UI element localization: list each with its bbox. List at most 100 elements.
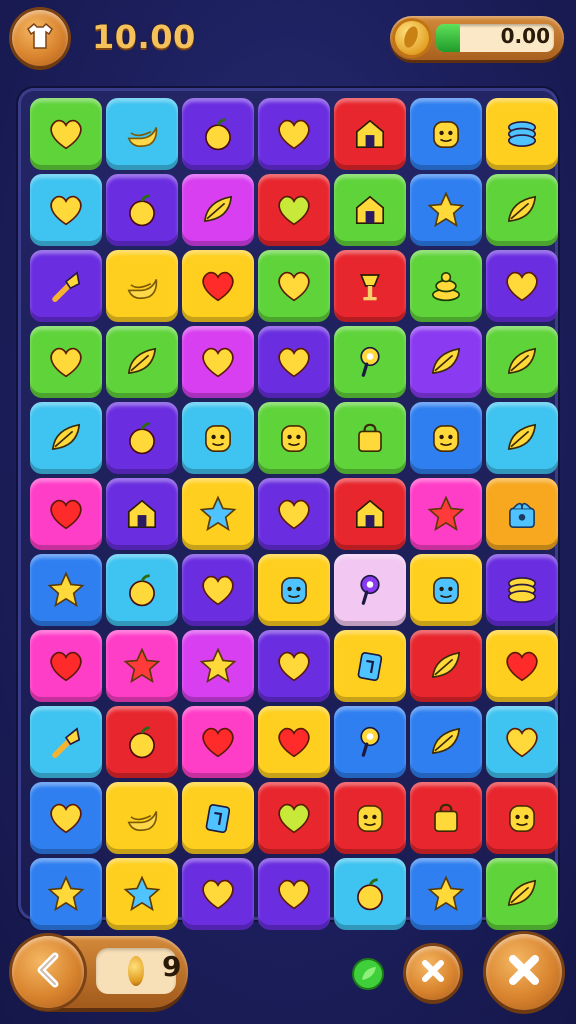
leaf-icon [424, 340, 468, 384]
board-tile[interactable] [410, 174, 482, 246]
close-button[interactable] [486, 934, 562, 1010]
board-tile[interactable] [410, 858, 482, 930]
board-tile[interactable] [30, 478, 102, 550]
heart-icon [500, 720, 544, 764]
board-tile[interactable] [182, 478, 254, 550]
board-tile[interactable] [258, 554, 330, 626]
board-tile[interactable] [486, 402, 558, 474]
star-icon [120, 872, 164, 916]
leaf-icon [500, 188, 544, 232]
back-button[interactable] [12, 936, 84, 1008]
board-tile[interactable] [182, 782, 254, 854]
board-tile[interactable] [410, 554, 482, 626]
heart-icon [272, 340, 316, 384]
board-tile[interactable] [182, 858, 254, 930]
board-tile[interactable] [30, 326, 102, 398]
heart-icon [196, 872, 240, 916]
board-tile[interactable] [106, 706, 178, 778]
board-tile[interactable] [410, 478, 482, 550]
leaf-icon [424, 644, 468, 688]
board-tile[interactable] [410, 782, 482, 854]
board-tile[interactable] [106, 858, 178, 930]
board-tile[interactable] [486, 250, 558, 322]
board-tile[interactable] [258, 402, 330, 474]
face-icon [196, 416, 240, 460]
board-tile[interactable] [486, 174, 558, 246]
board-tile[interactable] [106, 554, 178, 626]
board-tile[interactable] [486, 782, 558, 854]
board-tile[interactable] [182, 174, 254, 246]
board-tile[interactable] [334, 706, 406, 778]
board-tile[interactable] [258, 630, 330, 702]
board-tile[interactable] [106, 98, 178, 170]
board-tile[interactable] [106, 326, 178, 398]
board-tile[interactable] [258, 326, 330, 398]
board-tile[interactable] [30, 554, 102, 626]
board-tile[interactable] [258, 250, 330, 322]
board-tile[interactable] [258, 706, 330, 778]
board-tile[interactable] [182, 98, 254, 170]
board-tile[interactable] [334, 98, 406, 170]
board-tile[interactable] [106, 250, 178, 322]
heart-icon [272, 492, 316, 536]
shirt-button[interactable] [12, 10, 68, 66]
board-tile[interactable] [334, 858, 406, 930]
board-tile[interactable] [30, 402, 102, 474]
board-tile[interactable] [106, 782, 178, 854]
board-tile[interactable] [30, 858, 102, 930]
board-tile[interactable] [258, 174, 330, 246]
board-tile[interactable] [334, 402, 406, 474]
board-tile[interactable] [182, 630, 254, 702]
board-tile[interactable] [334, 174, 406, 246]
house-icon [348, 188, 392, 232]
board-tile[interactable] [182, 706, 254, 778]
board-tile[interactable] [410, 402, 482, 474]
board-tile[interactable] [182, 326, 254, 398]
board-tile[interactable] [30, 250, 102, 322]
board-tile[interactable] [486, 554, 558, 626]
board-tile[interactable] [258, 98, 330, 170]
board-tile[interactable] [182, 402, 254, 474]
shuffle-button[interactable] [406, 946, 460, 1000]
board-tile[interactable] [486, 706, 558, 778]
board-tile[interactable] [30, 630, 102, 702]
board-tile[interactable] [182, 554, 254, 626]
game-board [18, 88, 558, 930]
coil-icon [500, 568, 544, 612]
board-tile[interactable] [30, 706, 102, 778]
board-tile[interactable] [486, 630, 558, 702]
house-icon [348, 492, 392, 536]
board-tile[interactable] [106, 402, 178, 474]
board-tile[interactable] [410, 326, 482, 398]
board-tile[interactable] [486, 858, 558, 930]
leaf-icon [424, 720, 468, 764]
card-icon [196, 796, 240, 840]
board-tile[interactable] [334, 478, 406, 550]
board-tile[interactable] [334, 630, 406, 702]
board-tile[interactable] [258, 858, 330, 930]
board-tile[interactable] [30, 174, 102, 246]
board-tile[interactable] [410, 250, 482, 322]
board-tile[interactable] [486, 98, 558, 170]
board-tile[interactable] [106, 478, 178, 550]
coil-icon [500, 112, 544, 156]
board-tile[interactable] [258, 782, 330, 854]
board-tile[interactable] [334, 554, 406, 626]
board-tile[interactable] [106, 174, 178, 246]
board-tile[interactable] [410, 630, 482, 702]
board-tile[interactable] [334, 326, 406, 398]
board-tile[interactable] [30, 782, 102, 854]
board-tile[interactable] [258, 478, 330, 550]
back-button-panel[interactable]: 9 [12, 936, 188, 1008]
board-tile[interactable] [30, 98, 102, 170]
board-tile[interactable] [106, 630, 178, 702]
board-tile[interactable] [334, 250, 406, 322]
board-tile[interactable] [486, 478, 558, 550]
board-tile[interactable] [182, 250, 254, 322]
board-tile[interactable] [410, 706, 482, 778]
board-tile[interactable] [486, 326, 558, 398]
house-icon [348, 112, 392, 156]
board-tile[interactable] [410, 98, 482, 170]
close-icon [420, 958, 446, 988]
board-tile[interactable] [334, 782, 406, 854]
